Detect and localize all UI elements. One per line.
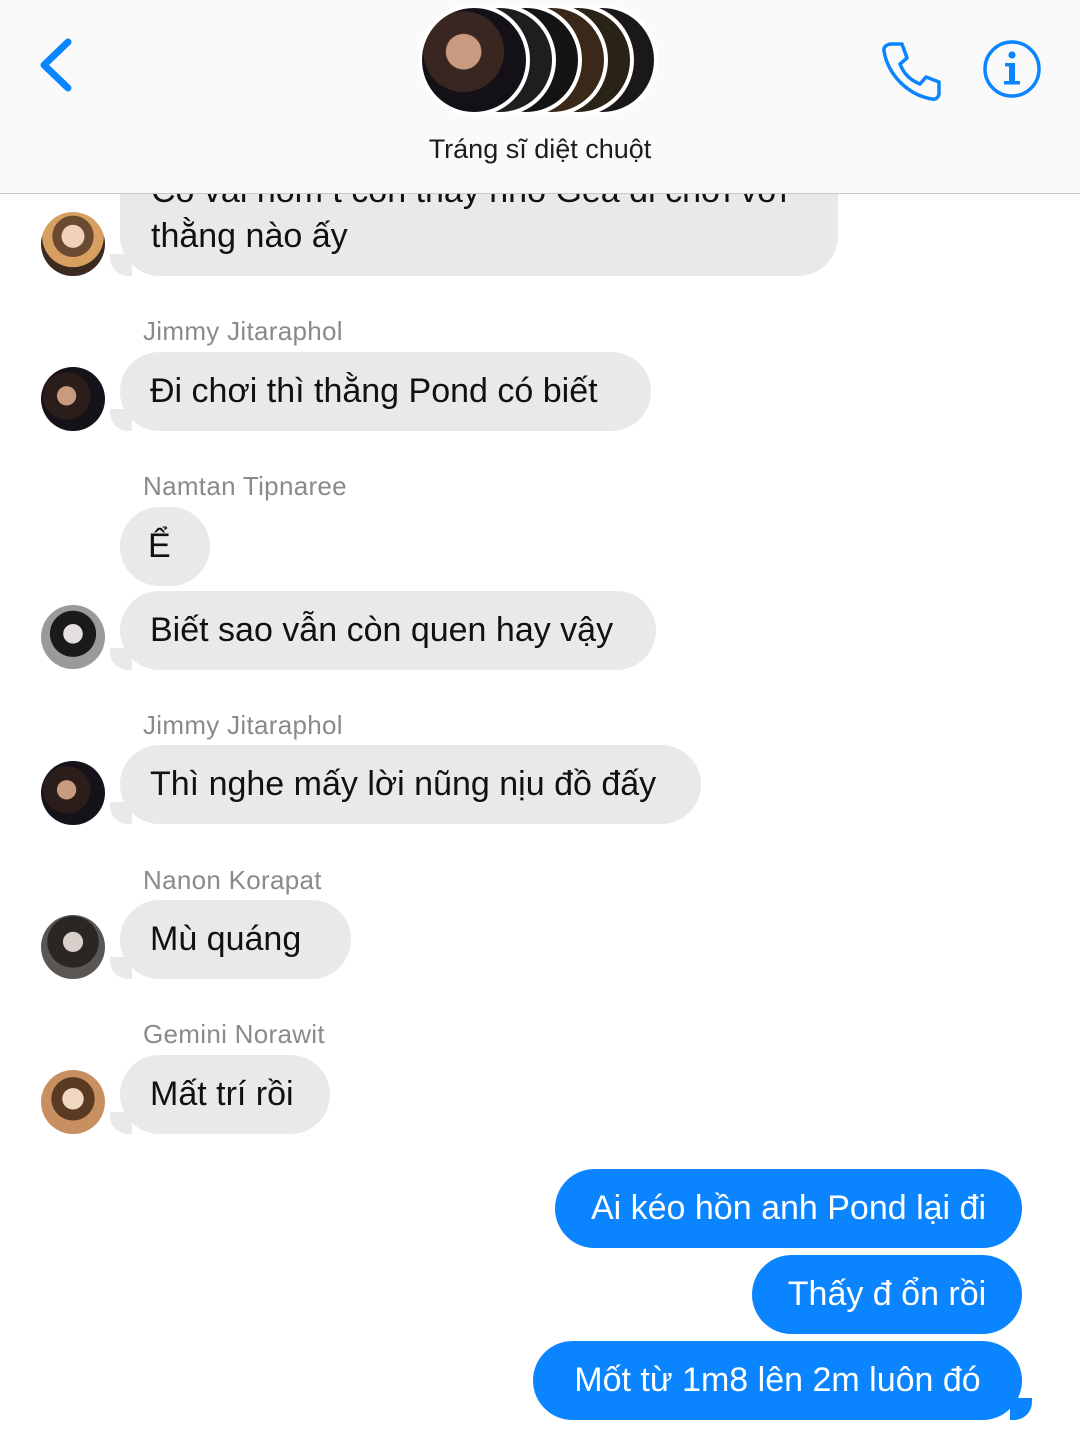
message-text: Biết sao vẫn còn quen hay vậy — [150, 611, 614, 649]
message-bubble-incoming[interactable]: Biết sao vẫn còn quen hay vậy — [120, 591, 656, 670]
info-icon — [983, 40, 1041, 98]
message-text: Ể — [148, 527, 171, 565]
bubble-tail — [110, 957, 132, 979]
message-text: Đi chơi thì thằng Pond có biết — [150, 372, 598, 410]
message-bubble-incoming[interactable]: Mất trí rồi — [120, 1055, 330, 1134]
info-button[interactable] — [982, 39, 1042, 99]
message-bubble-incoming[interactable]: Ể — [120, 507, 210, 586]
avatar[interactable] — [41, 1070, 105, 1134]
message-text: Mốt từ 1m8 lên 2m luôn đó — [574, 1361, 981, 1399]
phone-icon — [882, 42, 941, 101]
avatar[interactable] — [41, 915, 105, 979]
sender-name: Jimmy Jitaraphol — [143, 710, 343, 740]
avatar[interactable] — [41, 605, 105, 669]
bubble-tail — [110, 409, 132, 431]
bubble-tail — [110, 802, 132, 824]
back-button[interactable] — [30, 30, 90, 100]
bubble-tail — [1010, 1398, 1032, 1420]
bubble-tail — [110, 648, 132, 670]
message-text: thằng nào ấy — [151, 217, 348, 255]
chevron-left-icon — [40, 38, 72, 92]
message-bubble-incoming[interactable]: Mù quáng — [120, 900, 351, 979]
message-bubble-outgoing[interactable]: Thấy đ ổn rồi — [752, 1255, 1022, 1334]
message-bubble-incoming[interactable]: Đi chơi thì thằng Pond có biết — [120, 352, 651, 431]
message-thread: Có vài hôm t còn thấy nhỏ Gea đi chơi vớ… — [0, 0, 1080, 1451]
avatar[interactable] — [41, 212, 105, 276]
avatar[interactable] — [41, 367, 105, 431]
call-button[interactable] — [878, 38, 944, 104]
message-text: Ai kéo hồn anh Pond lại đi — [590, 1189, 987, 1227]
message-bubble-incoming[interactable]: Thì nghe mấy lời nũng nịu đồ đấy — [120, 745, 701, 824]
avatar[interactable] — [41, 761, 105, 825]
sender-name: Namtan Tipnaree — [143, 471, 347, 501]
conversation-header: Tráng sĩ diệt chuột — [0, 0, 1080, 194]
avatar — [418, 4, 530, 116]
bubble-tail — [110, 1112, 132, 1134]
bubble-tail — [110, 254, 132, 276]
message-text: Mù quáng — [150, 920, 302, 958]
sender-name: Gemini Norawit — [143, 1019, 325, 1049]
message-bubble-outgoing[interactable]: Ai kéo hồn anh Pond lại đi — [555, 1169, 1022, 1248]
message-bubble-outgoing[interactable]: Mốt từ 1m8 lên 2m luôn đó — [533, 1341, 1022, 1420]
group-name[interactable]: Tráng sĩ diệt chuột — [0, 134, 1080, 165]
message-text: Mất trí rồi — [150, 1075, 294, 1113]
sender-name: Nanon Korapat — [143, 865, 322, 895]
message-text: Thấy đ ổn rồi — [787, 1275, 987, 1313]
message-text: Thì nghe mấy lời nũng nịu đồ đấy — [150, 765, 657, 803]
group-avatar-stack[interactable] — [418, 4, 668, 116]
sender-name: Jimmy Jitaraphol — [143, 316, 343, 346]
